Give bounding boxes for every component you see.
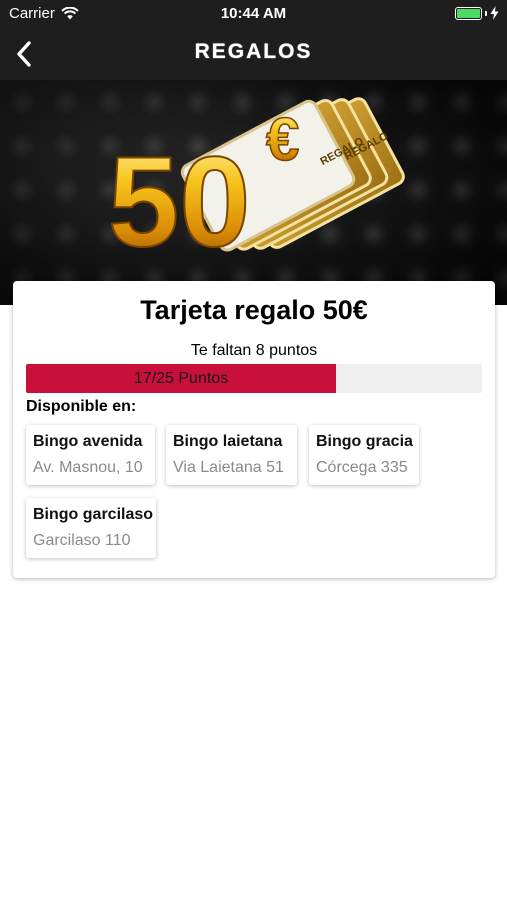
- location-card-avenida[interactable]: Bingo avenida Av. Masnou, 10: [26, 425, 155, 485]
- battery-indicator: [455, 6, 499, 20]
- hero-currency: €: [266, 106, 299, 173]
- points-progress-label: 17/25 Puntos: [133, 370, 229, 387]
- location-name: Bingo garcilaso: [33, 506, 154, 523]
- status-bar: Carrier 10:44 AM: [0, 0, 507, 28]
- points-progress-bar: 17/25 Puntos: [26, 364, 482, 393]
- gift-title: Tarjeta regalo 50€: [140, 295, 368, 325]
- status-time: 10:44 AM: [220, 5, 287, 22]
- page-title: REGALOS: [194, 40, 313, 63]
- location-name: Bingo gracia: [316, 433, 413, 450]
- location-name: Bingo avenida: [33, 433, 143, 450]
- hero-amount: 50: [108, 131, 250, 274]
- location-card-laietana[interactable]: Bingo laietana Via Laietana 51: [166, 425, 297, 485]
- location-card-gracia[interactable]: Bingo gracia Córcega 335: [309, 425, 419, 485]
- gift-card-panel: Tarjeta regalo 50€ Te faltan 8 puntos 17…: [13, 281, 495, 578]
- location-card-garcilaso[interactable]: Bingo garcilaso Garcilaso 110: [26, 498, 156, 558]
- available-label: Disponible en:: [26, 398, 137, 415]
- points-remaining: Te faltan 8 puntos: [190, 342, 318, 359]
- location-address: Via Laietana 51: [173, 459, 284, 476]
- location-name: Bingo laietana: [173, 433, 283, 450]
- hero-banner: REGALO REGALO 50 €: [0, 80, 507, 305]
- location-address: Av. Masnou, 10: [33, 459, 143, 476]
- battery-icon: [455, 6, 482, 20]
- gift-card-illustration: REGALO REGALO 50 €: [107, 97, 405, 275]
- location-address: Córcega 335: [316, 459, 408, 476]
- location-address: Garcilaso 110: [33, 532, 131, 549]
- charging-bolt-icon: [490, 6, 499, 20]
- nav-bar: REGALOS: [0, 28, 507, 80]
